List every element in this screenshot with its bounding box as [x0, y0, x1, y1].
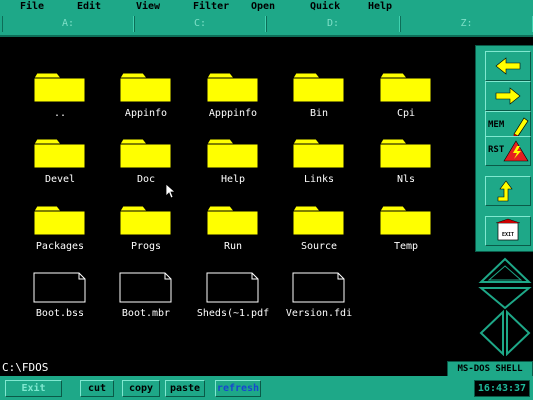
arrow-up-right-icon	[497, 180, 513, 202]
paste-button[interactable]: paste	[165, 380, 205, 397]
exit-door-label: EXIT	[502, 232, 515, 238]
forward-button[interactable]	[485, 81, 531, 111]
item-label: Source	[300, 241, 338, 252]
scroll-left-icon[interactable]	[479, 309, 504, 356]
side-panel: MEM RST EXIT	[475, 45, 533, 252]
item-label: Apppinfo	[208, 108, 258, 119]
folder-icon	[379, 138, 432, 169]
clock: 16:43:37	[474, 380, 530, 397]
item-label: Bin	[309, 108, 329, 119]
copy-button[interactable]: copy	[122, 380, 160, 397]
menu-filter[interactable]: Filter	[193, 1, 229, 12]
scroll-down-icon[interactable]	[478, 287, 532, 310]
item-label: Appinfo	[124, 108, 168, 119]
exit-button[interactable]: Exit	[5, 380, 62, 397]
drive-c-button[interactable]: C:	[134, 16, 266, 32]
folder-icon	[292, 205, 345, 236]
folder-icon	[119, 72, 172, 103]
file-icon	[206, 272, 259, 303]
warning-bolt-icon	[503, 140, 529, 162]
menu-quick[interactable]: Quick	[310, 1, 340, 12]
shell-title: MS-DOS SHELL	[447, 361, 533, 377]
folder-icon	[33, 138, 86, 169]
item-label: Doc	[136, 174, 156, 185]
folder-icon	[206, 72, 259, 103]
folder-icon	[292, 72, 345, 103]
item-label: Temp	[393, 241, 419, 252]
menu-view[interactable]: View	[136, 1, 160, 12]
item-label: Packages	[35, 241, 85, 252]
menu-bar: File Edit View Filter Open Quick Help	[0, 0, 533, 16]
item-label: Boot.mbr	[121, 308, 171, 319]
folder-icon	[33, 72, 86, 103]
current-path: C:\FDOS	[2, 361, 49, 374]
exit-door-icon	[495, 218, 521, 241]
menu-edit[interactable]: Edit	[77, 1, 101, 12]
item-label: Cpi	[396, 108, 416, 119]
back-button[interactable]	[485, 51, 531, 81]
item-label: Sheds(~1.pdf	[196, 308, 270, 319]
mouse-cursor-icon	[165, 183, 175, 199]
folder-icon	[119, 138, 172, 169]
item-label: Boot.bss	[35, 308, 85, 319]
item-label: Nls	[396, 174, 416, 185]
item-label: Progs	[130, 241, 162, 252]
item-label: Run	[223, 241, 243, 252]
item-label: Devel	[44, 174, 76, 185]
scroll-up-icon[interactable]	[478, 257, 532, 283]
menu-open[interactable]: Open	[251, 1, 275, 12]
drive-bar: A: C: D: Z:	[0, 15, 533, 37]
cut-button[interactable]: cut	[80, 380, 114, 397]
folder-icon	[206, 205, 259, 236]
drive-a-button[interactable]: A:	[2, 16, 134, 32]
item-label: Version.fdi	[285, 308, 353, 319]
item-label: Links	[303, 174, 335, 185]
status-bar: Exit cut copy paste refresh 16:43:37	[0, 376, 533, 400]
folder-icon	[379, 205, 432, 236]
exit-door-button[interactable]: EXIT	[485, 216, 531, 246]
arrow-left-icon	[495, 57, 521, 75]
file-icon	[119, 272, 172, 303]
menu-file[interactable]: File	[20, 1, 44, 12]
file-icon	[33, 272, 86, 303]
file-icon	[292, 272, 345, 303]
drive-z-button[interactable]: Z:	[400, 16, 533, 32]
parent-dir-button[interactable]	[485, 176, 531, 206]
folder-icon	[292, 138, 345, 169]
arrow-right-icon	[495, 87, 521, 105]
folder-icon	[119, 205, 172, 236]
folder-icon	[379, 72, 432, 103]
menu-help[interactable]: Help	[368, 1, 392, 12]
refresh-button[interactable]: refresh	[215, 380, 261, 397]
rst-button[interactable]: RST	[485, 136, 531, 166]
item-label: ..	[53, 108, 67, 119]
scroll-arrows	[478, 257, 532, 356]
item-label: Help	[220, 174, 246, 185]
scroll-right-icon[interactable]	[506, 309, 531, 356]
drive-d-button[interactable]: D:	[266, 16, 400, 32]
folder-icon	[206, 138, 259, 169]
folder-icon	[33, 205, 86, 236]
